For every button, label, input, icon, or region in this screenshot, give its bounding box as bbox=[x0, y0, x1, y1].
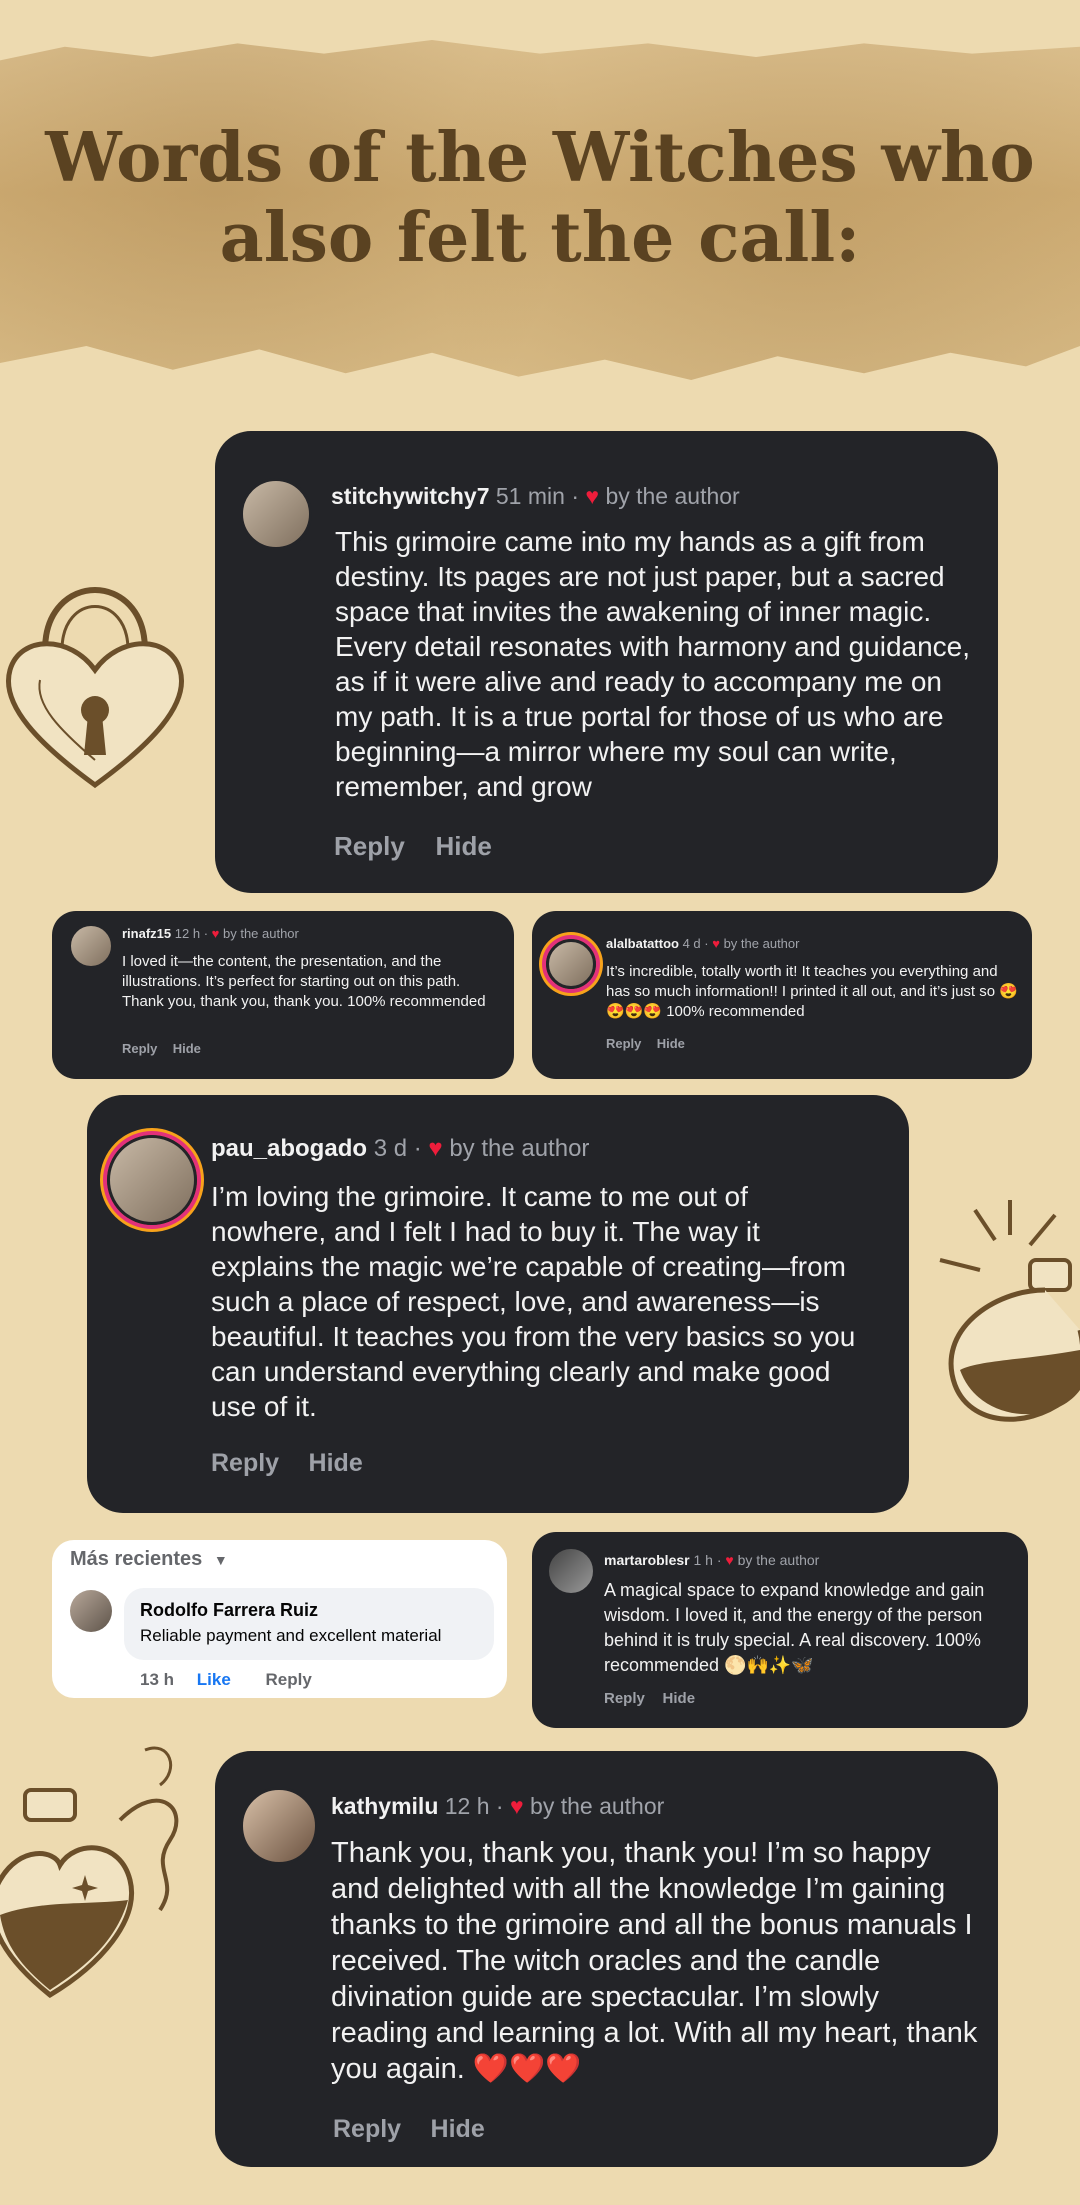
author-note: by the author bbox=[605, 483, 740, 509]
comment-card: pau_abogado 3 d · ♥ by the author I’m lo… bbox=[87, 1095, 909, 1513]
avatar[interactable] bbox=[546, 939, 596, 989]
comment-text: Thank you, thank you, thank you! I’m so … bbox=[331, 1837, 978, 2085]
comment-time: 13 h bbox=[140, 1670, 175, 1689]
author-note: by the author bbox=[530, 1793, 665, 1819]
comment-card: alalbatattoo 4 d · ♥ by the author It’s … bbox=[532, 911, 1032, 1079]
comment-header: alalbatattoo 4 d · ♥ by the author bbox=[606, 936, 800, 951]
potion-bottle-illustration bbox=[0, 1746, 179, 1999]
comment-text: It’s incredible, totally worth it! It te… bbox=[606, 963, 1018, 1020]
comment-header: martaroblesr 1 h · ♥ by the author bbox=[604, 1552, 820, 1568]
username[interactable]: alalbatattoo bbox=[606, 936, 679, 951]
reply-button[interactable]: Reply bbox=[266, 1670, 312, 1689]
author-note: by the author bbox=[449, 1135, 590, 1162]
reply-button[interactable]: Reply bbox=[604, 1690, 645, 1707]
comment-actions: Reply Hide bbox=[122, 1041, 213, 1056]
comment-time: 12 h bbox=[444, 1793, 490, 1819]
sort-label: Más recientes bbox=[70, 1548, 203, 1570]
author-note: by the author bbox=[222, 926, 299, 941]
heart-padlock-illustration bbox=[6, 587, 184, 789]
hide-button[interactable]: Hide bbox=[431, 2115, 485, 2143]
hide-button[interactable]: Hide bbox=[435, 831, 491, 861]
comment-text: Reliable payment and excellent material bbox=[140, 1626, 442, 1645]
chevron-down-icon: ▼ bbox=[213, 1552, 228, 1568]
comment-header: kathymilu 12 h · ♥ by the author bbox=[331, 1793, 665, 1819]
username[interactable]: rinafz15 bbox=[122, 926, 171, 941]
avatar[interactable] bbox=[546, 1546, 596, 1596]
heart-icon: ♥ bbox=[211, 926, 220, 941]
comment-actions: Reply Hide bbox=[606, 1036, 697, 1051]
comment-card: kathymilu 12 h · ♥ by the author Thank y… bbox=[215, 1751, 998, 2167]
reply-button[interactable]: Reply bbox=[211, 1449, 279, 1477]
reply-button[interactable]: Reply bbox=[122, 1041, 157, 1056]
facebook-comment-card: Más recientes ▼ Rodolfo Farrera Ruiz Rel… bbox=[52, 1540, 507, 1698]
username[interactable]: kathymilu bbox=[331, 1793, 438, 1819]
hide-button[interactable]: Hide bbox=[309, 1449, 363, 1477]
reply-button[interactable]: Reply bbox=[606, 1036, 641, 1051]
comment-actions: 13 h Like Reply bbox=[140, 1670, 312, 1690]
comment-time: 12 h bbox=[174, 926, 201, 941]
page-title: Words of the Witches who also felt the c… bbox=[45, 118, 1035, 278]
comment-time: 3 d bbox=[373, 1135, 408, 1162]
comment-text: A magical space to expand knowledge and … bbox=[604, 1580, 985, 1675]
comment-card: stitchywitchy7 51 min · ♥ by the author … bbox=[215, 431, 998, 893]
commenter-name[interactable]: Rodolfo Farrera Ruiz bbox=[140, 1600, 318, 1621]
comment-time: 4 d bbox=[682, 936, 701, 951]
reply-button[interactable]: Reply bbox=[334, 831, 405, 861]
comment-text: I’m loving the grimoire. It came to me o… bbox=[211, 1181, 856, 1422]
comment-time: 1 h bbox=[693, 1552, 713, 1568]
avatar[interactable] bbox=[240, 1787, 318, 1865]
heart-icon: ♥ bbox=[428, 1135, 443, 1162]
comment-header: rinafz15 12 h · ♥ by the author bbox=[122, 926, 299, 941]
like-button[interactable]: Like bbox=[197, 1670, 231, 1689]
comment-time: 51 min bbox=[495, 483, 565, 509]
username[interactable]: pau_abogado bbox=[211, 1135, 367, 1162]
sort-dropdown[interactable]: Más recientes ▼ bbox=[70, 1548, 228, 1571]
author-note: by the author bbox=[737, 1552, 820, 1568]
comment-header: stitchywitchy7 51 min · ♥ by the author bbox=[331, 483, 740, 509]
reply-button[interactable]: Reply bbox=[333, 2115, 401, 2143]
comment-actions: Reply Hide bbox=[334, 831, 515, 862]
avatar[interactable] bbox=[68, 923, 114, 969]
comment-header: pau_abogado 3 d · ♥ by the author bbox=[211, 1135, 590, 1162]
heart-icon: ♥ bbox=[509, 1793, 524, 1819]
hide-button[interactable]: Hide bbox=[173, 1041, 201, 1056]
comment-actions: Reply Hide bbox=[211, 1449, 385, 1478]
hide-button[interactable]: Hide bbox=[663, 1690, 696, 1707]
avatar[interactable] bbox=[107, 1135, 197, 1225]
comment-card: martaroblesr 1 h · ♥ by the author A mag… bbox=[532, 1532, 1028, 1728]
hide-button[interactable]: Hide bbox=[657, 1036, 685, 1051]
comment-actions: Reply Hide bbox=[604, 1690, 709, 1707]
author-note: by the author bbox=[723, 936, 800, 951]
heart-icon: ♥ bbox=[712, 936, 720, 951]
comment-text: I loved it—the content, the presentation… bbox=[122, 953, 486, 1010]
comment-text: This grimoire came into my hands as a gi… bbox=[335, 526, 971, 802]
heart-icon: ♥ bbox=[725, 1552, 734, 1568]
heart-icon: ♥ bbox=[585, 483, 600, 509]
username[interactable]: martaroblesr bbox=[604, 1552, 690, 1568]
potion-bottle-illustration bbox=[939, 1200, 1080, 1422]
comment-bubble: Rodolfo Farrera Ruiz Reliable payment an… bbox=[124, 1588, 494, 1660]
comment-card: rinafz15 12 h · ♥ by the author I loved … bbox=[52, 911, 514, 1079]
avatar[interactable] bbox=[70, 1590, 112, 1632]
username[interactable]: stitchywitchy7 bbox=[331, 483, 490, 509]
avatar[interactable] bbox=[240, 478, 312, 550]
comment-actions: Reply Hide bbox=[333, 2115, 507, 2144]
